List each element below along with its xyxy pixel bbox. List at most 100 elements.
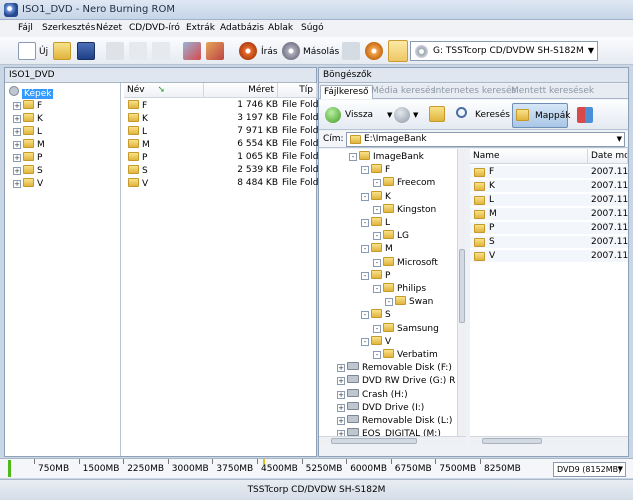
new-label[interactable]: Új [39, 47, 48, 57]
list-hscroll[interactable] [470, 436, 628, 445]
cut-icon[interactable] [106, 42, 124, 60]
expand-icon[interactable]: + [13, 167, 21, 175]
new-icon[interactable] [18, 42, 36, 60]
tree-item[interactable]: + K [13, 113, 43, 126]
expand-icon[interactable]: + [337, 403, 345, 412]
properties-icon[interactable] [183, 42, 201, 60]
menu-window[interactable]: Ablak [268, 23, 293, 33]
menu-database[interactable]: Adatbázis [220, 23, 264, 33]
chevron-down-icon[interactable]: ▼ [617, 135, 622, 143]
tree-item[interactable]: + S [13, 165, 43, 178]
list-item[interactable]: V 8 484 KB File Fold [128, 178, 319, 191]
tree-folder-item[interactable]: - Kingston [373, 203, 436, 217]
collapse-icon[interactable]: - [385, 298, 393, 307]
expand-icon[interactable]: + [13, 141, 21, 149]
collapse-icon[interactable]: - [373, 232, 381, 241]
menu-file[interactable]: Fájl [18, 23, 33, 33]
copy-label[interactable]: Másolás [303, 47, 339, 57]
column-name[interactable]: Név ➘ [124, 83, 204, 98]
burn-icon[interactable] [239, 42, 257, 60]
column-name[interactable]: Name [470, 149, 588, 164]
copy-disc-icon[interactable] [282, 42, 300, 60]
list-item[interactable]: L 2007.11. [470, 194, 628, 207]
list-item[interactable]: K 3 197 KB File Fold [128, 113, 319, 126]
list-item[interactable]: L 7 971 KB File Fold [128, 126, 319, 139]
tree-folder-item[interactable]: -P [361, 269, 390, 283]
column-type[interactable]: Típ [278, 83, 317, 98]
list-item[interactable]: P 1 065 KB File Fold [128, 152, 319, 165]
address-input[interactable]: E:\ImageBank ▼ [346, 132, 625, 147]
collapse-icon[interactable]: - [361, 271, 369, 280]
tree-folder-item[interactable]: - Philips [373, 283, 426, 296]
tree-item[interactable]: + L [13, 126, 42, 139]
tree-vscroll[interactable] [457, 149, 466, 436]
collapse-icon[interactable]: - [373, 179, 381, 188]
copy-icon[interactable] [129, 42, 147, 60]
tree-hscroll-thumb[interactable] [331, 438, 417, 444]
tree-drive-item[interactable]: + DVD Drive (I:) [337, 401, 424, 415]
list-item[interactable]: S 2 539 KB File Fold [128, 165, 319, 178]
collapse-icon[interactable]: - [361, 219, 369, 227]
expand-icon[interactable]: + [13, 115, 21, 123]
open-icon[interactable] [53, 42, 71, 60]
menu-recorder[interactable]: CD/DVD-író [129, 23, 180, 33]
collapse-icon[interactable]: - [373, 285, 381, 293]
expand-icon[interactable]: + [337, 377, 345, 386]
collapse-icon[interactable]: - [361, 245, 369, 254]
menu-help[interactable]: Súgó [301, 23, 324, 33]
tree-folder-item[interactable]: -K [361, 190, 391, 204]
menu-edit[interactable]: Szerkesztés [42, 23, 95, 33]
forward-icon[interactable] [394, 107, 410, 123]
column-date[interactable]: Date mo [588, 149, 628, 164]
folder-up-icon[interactable] [429, 106, 445, 122]
expand-icon[interactable]: + [13, 128, 21, 136]
tree-folder-item[interactable]: - Microsoft [373, 256, 438, 270]
list-item[interactable]: S 2007.11. [470, 236, 628, 249]
tree-folder-item[interactable]: - Freecom [373, 177, 435, 190]
collapse-icon[interactable]: - [361, 166, 369, 175]
nero-icon[interactable] [365, 42, 383, 60]
tree-item[interactable]: + M [13, 139, 45, 152]
tree-vscroll-thumb[interactable] [459, 249, 465, 323]
tree-drive-item[interactable]: + DVD RW Drive (G:) R [337, 375, 455, 388]
menu-extras[interactable]: Extrák [186, 23, 215, 33]
expand-icon[interactable]: + [337, 364, 345, 373]
eject-icon[interactable] [342, 42, 360, 60]
collapse-icon[interactable]: - [361, 192, 369, 201]
tab-saved-searches[interactable]: Mentett keresések [508, 85, 597, 99]
back-button[interactable]: Vissza [323, 105, 385, 125]
expand-icon[interactable]: + [337, 390, 345, 399]
tab-file-browser[interactable]: Fájlkereső [320, 85, 373, 99]
collapse-icon[interactable]: - [373, 324, 381, 333]
collapse-icon[interactable]: - [361, 337, 369, 346]
tree-folder-item[interactable]: -F [361, 164, 390, 177]
burn-label[interactable]: Írás [261, 47, 278, 57]
collapse-icon[interactable]: - [373, 205, 381, 214]
list-item[interactable]: P 2007.11. [470, 222, 628, 235]
tree-drive-item[interactable]: + Crash (H:) [337, 388, 408, 402]
tree-folder-item[interactable]: - Swan [385, 296, 433, 309]
disc-type-select[interactable]: DVD9 (8152MB) ▼ [553, 462, 626, 477]
tree-item[interactable]: + V [13, 178, 43, 191]
views-icon[interactable] [577, 107, 593, 123]
tree-folder-item[interactable]: -S [361, 309, 391, 322]
tree-hscroll[interactable] [319, 436, 466, 445]
tree-folder-item[interactable]: -V [361, 335, 391, 349]
list-item[interactable]: M 6 554 KB File Fold [128, 139, 319, 152]
tree-folder-item[interactable]: - ImageBank [349, 151, 424, 164]
expand-icon[interactable]: + [13, 180, 21, 188]
list-hscroll-thumb[interactable] [482, 438, 542, 444]
list-item[interactable]: F 2007.11. [470, 166, 628, 179]
recorder-select[interactable]: G: TSSTcorp CD/DVDW SH-S182M ▼ [410, 41, 598, 61]
save-icon[interactable] [77, 42, 95, 60]
collapse-icon[interactable]: - [373, 351, 381, 359]
expand-icon[interactable]: + [13, 154, 21, 162]
collapse-icon[interactable]: - [361, 311, 369, 320]
column-size[interactable]: Méret [204, 83, 278, 98]
search-button[interactable]: Keresés [453, 105, 510, 125]
expand-icon[interactable]: + [337, 417, 345, 425]
paste-icon[interactable] [152, 42, 170, 60]
tree-folder-item[interactable]: - Verbatim [373, 349, 438, 362]
tab-internet-search[interactable]: Internetes keresés [430, 85, 519, 99]
folders-button[interactable]: Mappák [512, 103, 570, 128]
